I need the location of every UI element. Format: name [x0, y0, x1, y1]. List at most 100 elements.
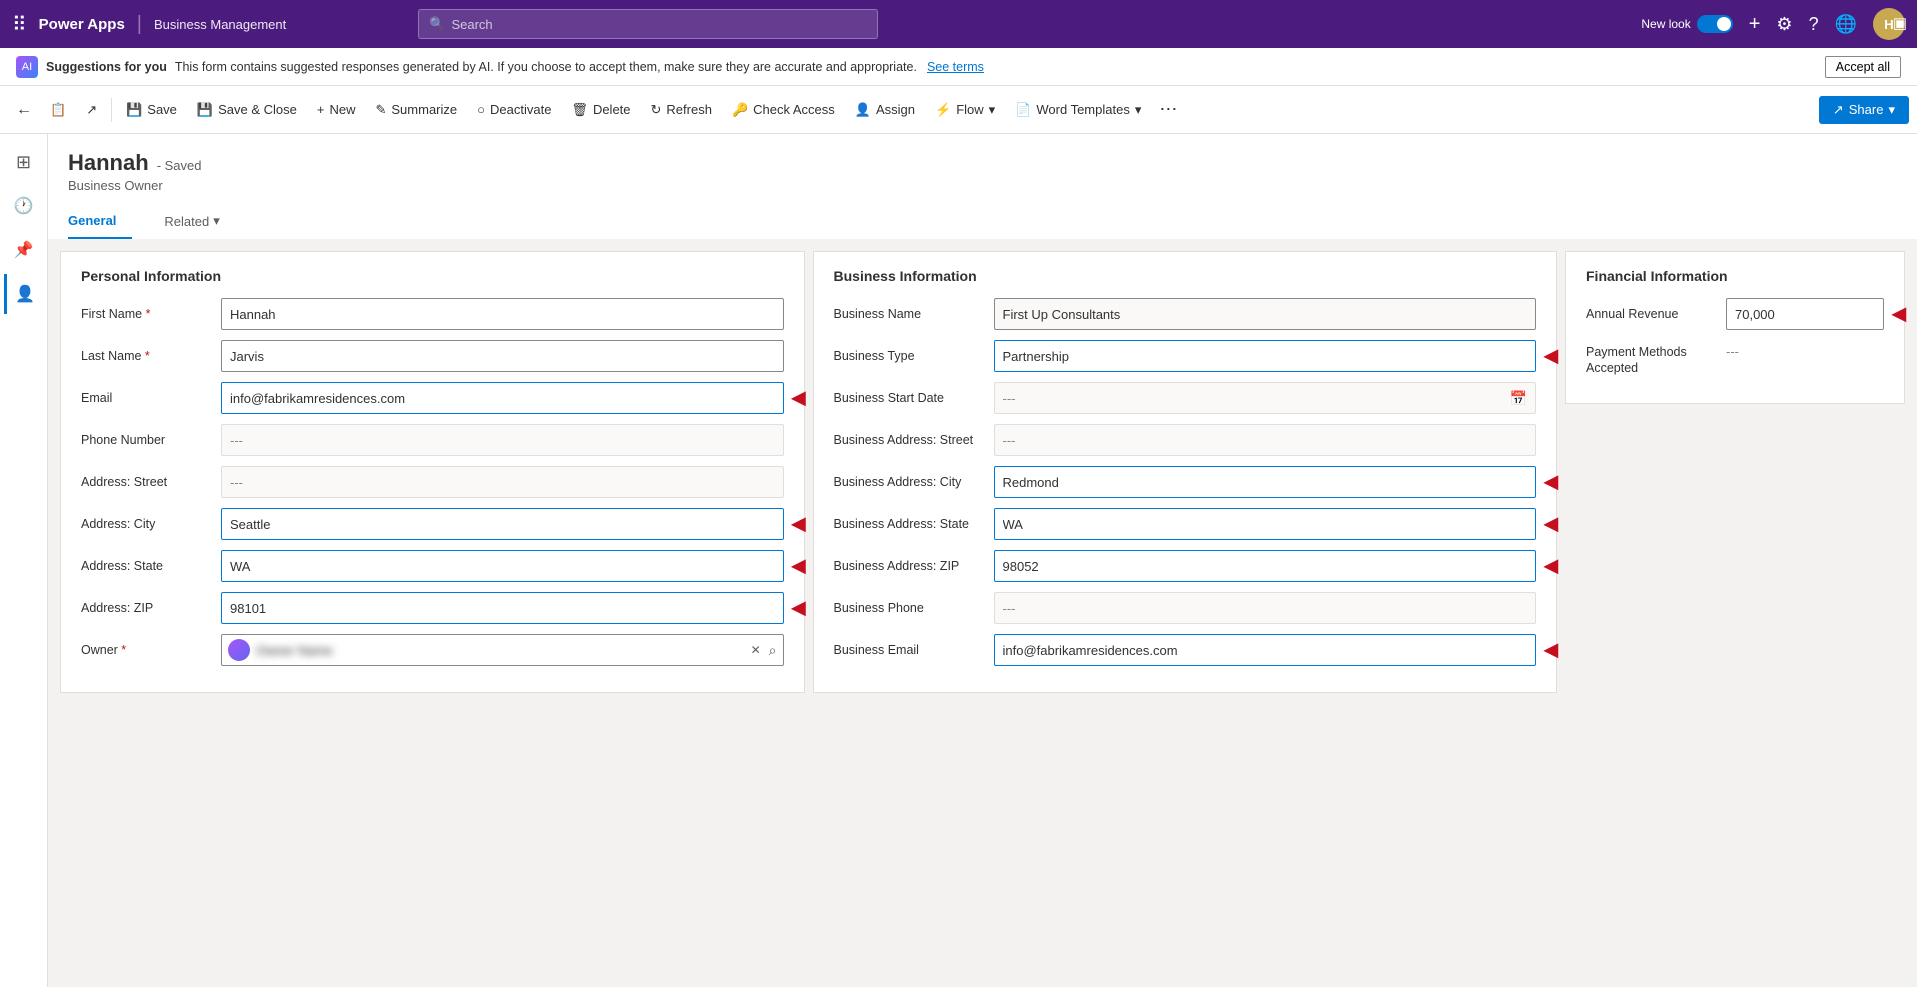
- assign-button[interactable]: 👤 Assign: [845, 96, 925, 124]
- back-button[interactable]: ←: [8, 95, 40, 125]
- label-business-start-date: Business Start Date: [834, 391, 994, 405]
- input-wrapper-first-name: [221, 298, 784, 330]
- accept-all-button[interactable]: Accept all: [1825, 56, 1901, 78]
- label-business-address-zip: Business Address: ZIP: [834, 559, 994, 573]
- label-business-email: Business Email: [834, 643, 994, 657]
- clipboard-icon-button[interactable]: 📋: [40, 96, 76, 124]
- delete-button[interactable]: 🗑 Delete: [561, 96, 640, 124]
- input-business-type[interactable]: [994, 340, 1537, 372]
- ai-icon: AI: [16, 56, 38, 78]
- see-terms-link[interactable]: See terms: [927, 60, 984, 74]
- refresh-button[interactable]: ↻ Refresh: [641, 96, 722, 124]
- search-bar[interactable]: 🔍: [418, 9, 878, 39]
- input-last-name[interactable]: [221, 340, 784, 372]
- flow-button[interactable]: ⚡ Flow ▾: [925, 96, 1005, 124]
- new-button[interactable]: + New: [307, 96, 366, 123]
- annual-revenue-arrow: ◀: [1892, 304, 1906, 325]
- business-start-date-field[interactable]: --- 📅: [994, 382, 1537, 414]
- new-look-switch[interactable]: [1697, 15, 1733, 33]
- summarize-button[interactable]: ✎ Summarize: [365, 96, 467, 124]
- input-business-email[interactable]: [994, 634, 1537, 666]
- field-business-address-state: Business Address: State ◀: [834, 508, 1537, 540]
- help-icon[interactable]: ?: [1809, 14, 1819, 35]
- label-business-address-state: Business Address: State: [834, 517, 994, 531]
- search-input[interactable]: [451, 17, 867, 32]
- input-address-city[interactable]: [221, 508, 784, 540]
- label-business-address-city: Business Address: City: [834, 475, 994, 489]
- tab-general[interactable]: General: [68, 205, 132, 239]
- new-look-label: New look: [1641, 17, 1690, 31]
- save-close-icon: 💾: [197, 102, 213, 118]
- input-wrapper-business-type: ◀: [994, 340, 1537, 372]
- owner-clear-button[interactable]: ✕: [751, 643, 761, 657]
- label-email: Email: [81, 391, 221, 405]
- related-chevron: ▾: [213, 213, 220, 229]
- label-address-state: Address: State: [81, 559, 221, 573]
- input-wrapper-owner: Owner Name ✕ ⌕: [221, 634, 784, 666]
- input-address-state[interactable]: [221, 550, 784, 582]
- deactivate-button[interactable]: ○ Deactivate: [467, 96, 561, 123]
- top-navigation: ⠿ Power Apps | Business Management 🔍 New…: [0, 0, 1917, 48]
- word-templates-button[interactable]: 📄 Word Templates ▾: [1005, 96, 1151, 124]
- sidebar-icon-home[interactable]: ⊞: [4, 142, 44, 182]
- owner-search-button[interactable]: ⌕: [769, 642, 777, 659]
- input-wrapper-business-address-state: ◀: [994, 508, 1537, 540]
- field-phone: Phone Number ---: [81, 424, 784, 456]
- plus-icon[interactable]: +: [1749, 13, 1761, 36]
- field-address-state: Address: State ◀: [81, 550, 784, 582]
- contact-icon: 👤: [15, 284, 35, 304]
- input-wrapper-phone: ---: [221, 424, 784, 456]
- business-state-arrow: ◀: [1544, 514, 1558, 535]
- input-first-name[interactable]: [221, 298, 784, 330]
- label-business-type: Business Type: [834, 349, 994, 363]
- flow-chevron: ▾: [989, 102, 996, 118]
- suggestion-bar: AI Suggestions for you This form contain…: [0, 48, 1917, 86]
- search-icon: 🔍: [429, 16, 445, 32]
- calendar-icon[interactable]: 📅: [1510, 390, 1527, 407]
- business-zip-arrow: ◀: [1544, 556, 1558, 577]
- waffle-icon[interactable]: ⠿: [12, 12, 27, 37]
- sidebar-icon-recent[interactable]: 🕐: [4, 186, 44, 226]
- input-business-address-state[interactable]: [994, 508, 1537, 540]
- recent-icon: 🕐: [14, 196, 34, 216]
- label-business-address-street: Business Address: Street: [834, 432, 994, 448]
- settings-icon[interactable]: ⚙: [1776, 14, 1792, 35]
- input-business-address-city[interactable]: [994, 466, 1537, 498]
- email-arrow: ◀: [792, 388, 806, 409]
- form-sections: Personal Information First Name * Last N…: [48, 239, 1917, 705]
- input-wrapper-business-phone: ---: [994, 592, 1537, 624]
- nav-separator: |: [137, 13, 142, 36]
- input-business-address-zip[interactable]: [994, 550, 1537, 582]
- save-close-button[interactable]: 💾 Save & Close: [187, 96, 307, 124]
- globe-icon[interactable]: 🌐: [1835, 14, 1857, 35]
- sidebar-icon-pinned[interactable]: 📌: [4, 230, 44, 270]
- check-access-button[interactable]: 🔑 Check Access: [722, 96, 845, 124]
- field-annual-revenue: Annual Revenue ◀: [1586, 298, 1884, 330]
- personal-section-title: Personal Information: [81, 268, 784, 284]
- input-business-name[interactable]: [994, 298, 1537, 330]
- input-email[interactable]: [221, 382, 784, 414]
- tab-related[interactable]: Related ▾: [148, 205, 235, 239]
- sidebar-toggle-icon[interactable]: ▣: [1883, 0, 1917, 46]
- new-look-toggle[interactable]: New look: [1641, 15, 1732, 33]
- pop-out-button[interactable]: ↗: [76, 96, 107, 124]
- save-button[interactable]: 💾 Save: [116, 96, 187, 124]
- input-wrapper-last-name: [221, 340, 784, 372]
- sidebar-icon-contact[interactable]: 👤: [4, 274, 44, 314]
- delete-icon: 🗑: [571, 102, 588, 118]
- input-address-zip[interactable]: [221, 592, 784, 624]
- business-email-arrow: ◀: [1544, 640, 1558, 661]
- input-wrapper-address-zip: ◀: [221, 592, 784, 624]
- owner-field[interactable]: Owner Name ✕ ⌕: [221, 634, 784, 666]
- phone-dash: ---: [221, 424, 784, 456]
- input-wrapper-business-name: [994, 298, 1537, 330]
- input-annual-revenue[interactable]: [1726, 298, 1884, 330]
- field-payment-methods: Payment Methods Accepted ---: [1586, 340, 1884, 377]
- share-chevron: ▾: [1888, 102, 1895, 118]
- more-button[interactable]: ⋯: [1151, 93, 1185, 126]
- business-phone-dash: ---: [994, 592, 1537, 624]
- share-button[interactable]: ↗ Share ▾: [1819, 96, 1909, 124]
- input-wrapper-business-address-city: ◀: [994, 466, 1537, 498]
- command-bar: ← 📋 ↗ 💾 Save 💾 Save & Close + New ✎ Summ…: [0, 86, 1917, 134]
- personal-section: Personal Information First Name * Last N…: [60, 251, 805, 693]
